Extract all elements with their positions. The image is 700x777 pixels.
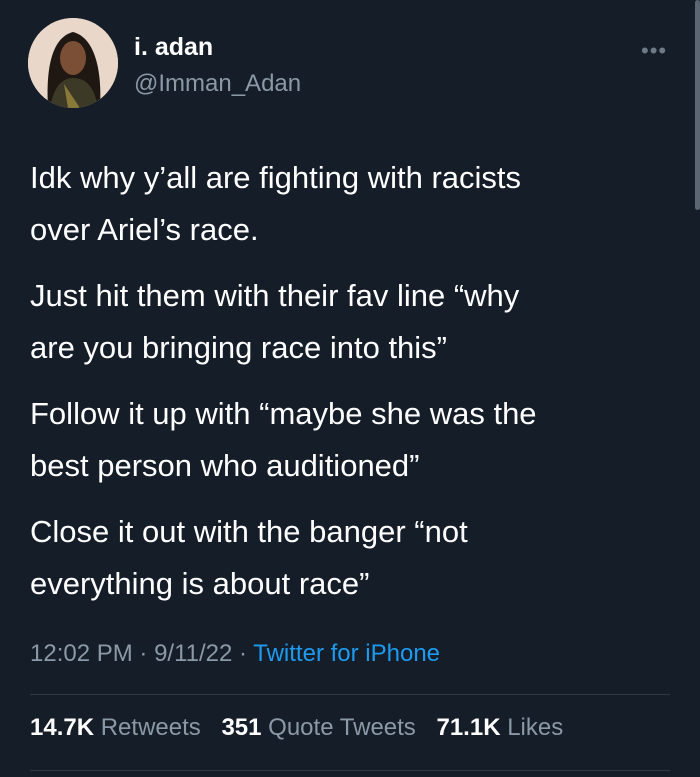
tweet-paragraph: Follow it up with “maybe she was the bes… [30,396,537,483]
likes-stat[interactable]: 71.1K Likes [436,714,563,741]
tweet-text: Idk why y’all are fighting with racists … [30,152,670,624]
tweet-source-link[interactable]: Twitter for iPhone [253,640,440,667]
quote-tweets-count: 351 [221,714,262,741]
more-horizontal-icon[interactable]: ••• [641,38,667,64]
tweet-date[interactable]: 9/11/22 [154,640,232,667]
retweets-label: Retweets [100,714,201,741]
likes-count: 71.1K [436,714,501,741]
separator: · [232,640,254,667]
engagement-stats: 14.7K Retweets 351 Quote Tweets 71.1K Li… [30,714,577,742]
retweets-stat[interactable]: 14.7K Retweets [30,714,201,741]
tweet-paragraph: Close it out with the banger “not everyt… [30,514,468,601]
avatar-image [28,18,118,108]
tweet-time[interactable]: 12:02 PM [30,640,133,667]
divider [30,694,670,695]
quote-tweets-label: Quote Tweets [268,714,416,741]
username-handle[interactable]: @Imman_Adan [134,70,301,98]
divider [30,770,670,771]
retweets-count: 14.7K [30,714,95,741]
display-name[interactable]: i. adan [134,33,213,62]
tweet-paragraph: Just hit them with their fav line “why a… [30,278,520,365]
likes-label: Likes [507,714,564,741]
tweet-metadata: 12:02 PM · 9/11/22 · Twitter for iPhone [30,640,440,668]
separator: · [132,640,155,667]
tweet-detail: i. adan @Imman_Adan ••• Idk why y’all ar… [0,0,700,777]
quote-tweets-stat[interactable]: 351 Quote Tweets [221,714,415,741]
avatar[interactable] [28,18,118,108]
scrollbar[interactable] [695,0,700,210]
tweet-paragraph: Idk why y’all are fighting with racists … [30,160,522,247]
